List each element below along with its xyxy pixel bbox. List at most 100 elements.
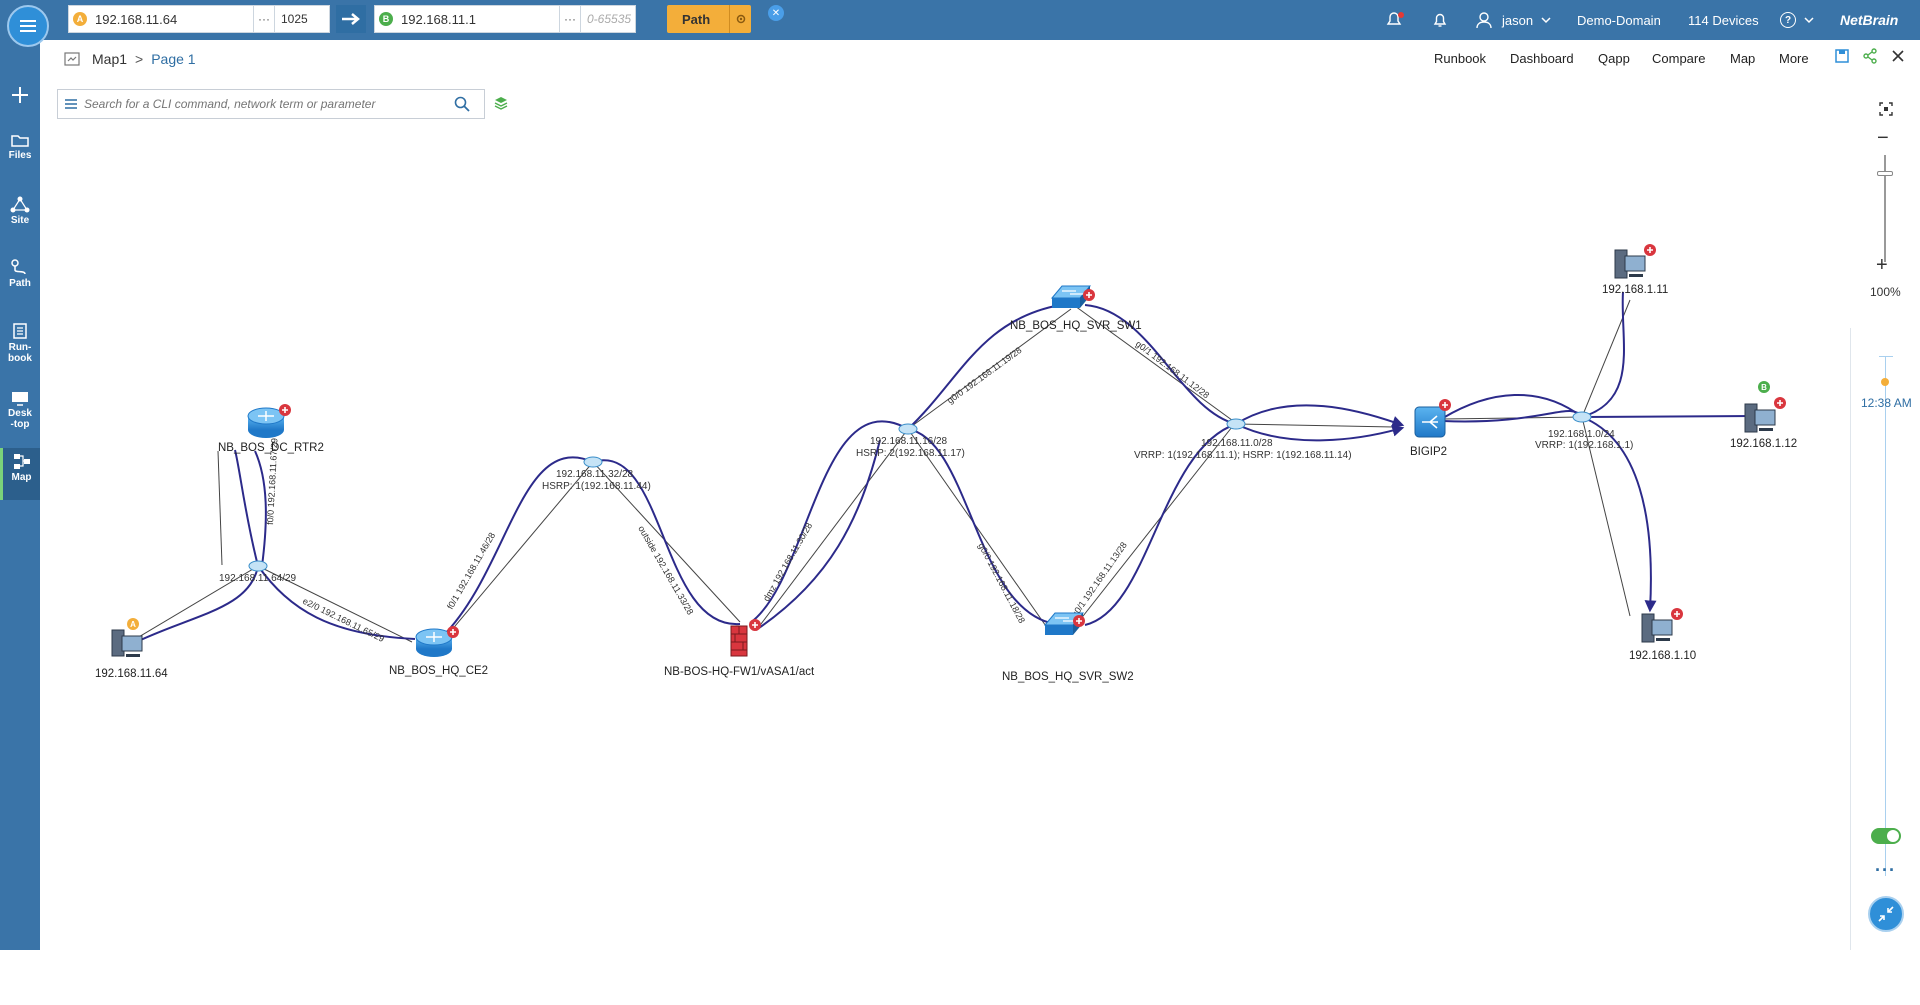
- zoom-slider[interactable]: [1877, 155, 1893, 262]
- list-icon[interactable]: [64, 98, 78, 110]
- source-ip: 192.168.11.64: [95, 11, 178, 27]
- zoom-out-button[interactable]: −: [1877, 127, 1889, 150]
- toolbar-qapp[interactable]: Qapp: [1598, 51, 1630, 66]
- device-node[interactable]: NB_BOS_HQ_CE2: [389, 626, 488, 677]
- device-node[interactable]: 192.168.1.10: [1629, 608, 1696, 662]
- path-segment[interactable]: [1581, 291, 1625, 418]
- toolbar-dashboard[interactable]: Dashboard: [1510, 51, 1574, 66]
- more-options-button[interactable]: ···: [1875, 860, 1896, 881]
- bell-icon[interactable]: [1431, 0, 1453, 40]
- sidebar-item-files[interactable]: Files: [0, 132, 40, 161]
- path-segment[interactable]: [1581, 410, 1759, 423]
- swap-direction-button[interactable]: [336, 5, 366, 33]
- toolbar-map[interactable]: Map: [1730, 51, 1755, 66]
- close-icon[interactable]: [1890, 48, 1906, 67]
- link-net0-bigip[interactable]: [1235, 423, 1395, 428]
- path-segment[interactable]: [1235, 404, 1405, 428]
- main-menu-button[interactable]: [7, 5, 49, 47]
- close-path-button[interactable]: ✕: [768, 5, 784, 21]
- search-input[interactable]: [84, 91, 454, 117]
- network-label: 192.168.1.0/24: [1548, 429, 1615, 440]
- arrow-right-icon: [342, 13, 360, 25]
- user-menu[interactable]: jason: [1476, 0, 1551, 40]
- toolbar-compare[interactable]: Compare: [1652, 51, 1705, 66]
- device-node[interactable]: NB_BOS_HQ_SVR_SW1: [1010, 285, 1142, 332]
- zoom-in-button[interactable]: +: [1876, 254, 1888, 277]
- sidebar-item-map[interactable]: Map: [0, 448, 40, 500]
- add-button[interactable]: [9, 84, 31, 106]
- toolbar-runbook[interactable]: Runbook: [1434, 51, 1486, 66]
- share-icon[interactable]: [1862, 48, 1878, 67]
- help-menu[interactable]: ?: [1780, 0, 1814, 40]
- toolbar-more[interactable]: More: [1779, 51, 1809, 66]
- fit-view-icon[interactable]: [1878, 101, 1894, 122]
- path-segment[interactable]: [755, 439, 881, 631]
- alert-icon[interactable]: [1385, 0, 1407, 40]
- path-segment[interactable]: [1442, 410, 1583, 423]
- sidebar-item-label: Run- book: [8, 342, 32, 364]
- device-node[interactable]: NB_BOS_DC_RTR2: [218, 404, 324, 454]
- server-icon: [1641, 613, 1673, 643]
- dest-port-field[interactable]: 0-65535: [580, 5, 636, 33]
- breadcrumb-map[interactable]: Map1: [92, 51, 127, 67]
- network-node[interactable]: 192.168.11.64/29: [219, 560, 297, 584]
- collapse-icon: [1878, 906, 1894, 922]
- network-map[interactable]: f0/0 192.168.11.67/29 e2/0 192.168.11.65…: [40, 140, 1840, 950]
- device-node[interactable]: 192.168.1.11: [1602, 244, 1668, 296]
- sidebar-item-desktop[interactable]: Desk -top: [0, 390, 40, 430]
- dest-options-button[interactable]: ···: [559, 5, 581, 33]
- device-node[interactable]: NB_BOS_HQ_SVR_SW2: [1002, 612, 1134, 683]
- device-label: NB-BOS-HQ-FW1/vASA1/act: [664, 666, 815, 678]
- source-port-field[interactable]: 1025: [274, 5, 330, 33]
- device-node[interactable]: A 192.168.11.64: [95, 618, 168, 680]
- device-node[interactable]: NB-BOS-HQ-FW1/vASA1/act: [664, 619, 815, 678]
- source-options-button[interactable]: ···: [253, 5, 275, 33]
- timeline-marker[interactable]: [1881, 378, 1889, 386]
- link-rtr2-net64[interactable]: [217, 450, 223, 566]
- desktop-icon: [12, 392, 28, 406]
- add-icon[interactable]: [1671, 608, 1683, 620]
- path-segment[interactable]: [234, 449, 259, 567]
- breadcrumb-page[interactable]: Page 1: [151, 51, 195, 67]
- link-net16-sw2[interactable]: [907, 428, 1049, 630]
- path-button[interactable]: Path: [667, 5, 751, 33]
- add-icon[interactable]: [447, 626, 459, 638]
- timeline-toggle[interactable]: [1871, 828, 1901, 844]
- add-icon[interactable]: [1073, 615, 1085, 627]
- zoom-slider-handle[interactable]: [1877, 171, 1893, 176]
- user-icon: [1476, 12, 1492, 29]
- network-node[interactable]: 192.168.11.32/28 HSRP: 1(192.168.11.44): [542, 456, 651, 492]
- router-icon: [247, 407, 285, 438]
- link-label: outside 192.168.11.33/28: [636, 524, 695, 616]
- add-icon[interactable]: [1439, 399, 1451, 411]
- path-segment[interactable]: [1442, 393, 1583, 419]
- layers-icon[interactable]: [493, 95, 509, 116]
- sidebar-item-runbook[interactable]: Run- book: [0, 322, 40, 364]
- collapse-button[interactable]: [1868, 896, 1904, 932]
- search-icon[interactable]: [454, 96, 470, 112]
- add-icon[interactable]: [749, 619, 761, 631]
- device-node[interactable]: BIGIP2: [1410, 399, 1451, 458]
- add-icon[interactable]: [1644, 244, 1656, 256]
- path-segment[interactable]: [254, 450, 267, 567]
- hamburger-icon: [20, 20, 36, 32]
- path-settings-icon[interactable]: [729, 5, 751, 33]
- sidebar-item-site[interactable]: Site: [0, 195, 40, 226]
- dest-ip-field[interactable]: B 192.168.11.1: [374, 5, 560, 33]
- network-label: VRRP: 1(192.168.1.1): [1535, 440, 1633, 451]
- server-icon: [1614, 249, 1646, 279]
- network-node[interactable]: 192.168.11.16/28 HSRP: 2(192.168.11.17): [856, 423, 965, 459]
- sidebar-item-label: Files: [8, 150, 32, 161]
- add-icon[interactable]: [279, 404, 291, 416]
- save-icon[interactable]: [1834, 48, 1850, 67]
- device-label: 192.168.1.10: [1629, 650, 1696, 662]
- device-label: NB_BOS_DC_RTR2: [218, 442, 324, 454]
- router-icon: [415, 628, 453, 657]
- add-icon[interactable]: [1083, 289, 1095, 301]
- add-icon[interactable]: [1774, 397, 1786, 409]
- domain-selector[interactable]: Demo-Domain: [1577, 0, 1661, 40]
- cli-search-box[interactable]: [57, 89, 485, 119]
- sidebar-item-path[interactable]: Path: [0, 258, 40, 289]
- source-ip-field[interactable]: A 192.168.11.64: [68, 5, 254, 33]
- device-count[interactable]: 114 Devices: [1688, 0, 1759, 40]
